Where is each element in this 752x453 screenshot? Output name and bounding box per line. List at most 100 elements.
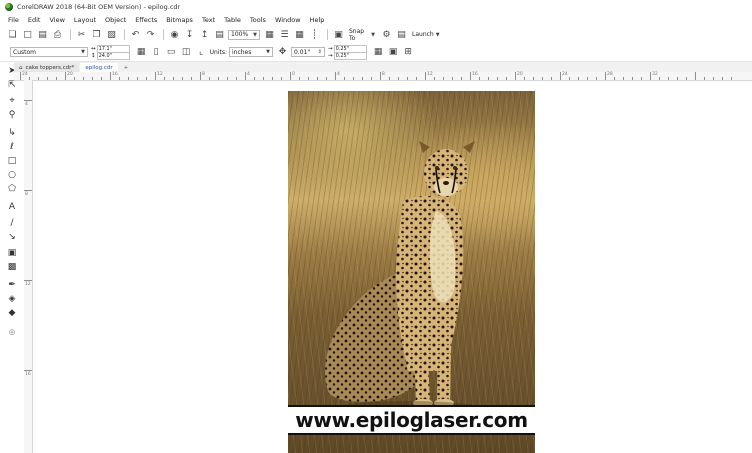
open-document-icon[interactable]: □ (21, 28, 34, 41)
add-tool-icon[interactable]: ⊕ (6, 328, 18, 338)
tab-cake-toppers[interactable]: ⌂ cake toppers.cdr* (14, 63, 80, 72)
polygon-tool-icon[interactable]: ⬠ (6, 184, 18, 194)
zoom-level-select[interactable]: 100% ▼ (228, 29, 260, 40)
menu-object[interactable]: Object (105, 16, 126, 24)
show-guidelines-icon[interactable]: ┊ (308, 28, 321, 41)
menu-help[interactable]: Help (310, 16, 325, 24)
stepper-icon: ⇕ (317, 49, 322, 55)
ruler-tick (20, 72, 21, 80)
parallel-dimension-tool-icon[interactable]: ∕ (6, 218, 18, 228)
nudge-distance-field[interactable]: 0.01" ⇕ (290, 47, 325, 57)
ruler-minor-tick (398, 77, 399, 80)
print-icon[interactable]: ⎙ (51, 28, 64, 41)
ruler-tick (695, 72, 696, 80)
tab-epilog[interactable]: epilog.cdr (80, 63, 118, 72)
menu-view[interactable]: View (49, 16, 64, 24)
save-icon[interactable]: ▤ (36, 28, 49, 41)
show-grid-icon[interactable]: ▦ (293, 28, 306, 41)
ruler-tick (515, 72, 516, 80)
menu-edit[interactable]: Edit (28, 16, 41, 24)
ruler-tick (65, 72, 66, 80)
ruler-label: 24 (562, 72, 568, 77)
ruler-tick (155, 72, 156, 80)
launch-dropdown[interactable]: Launch ▼ (410, 29, 440, 40)
page-size-select[interactable]: Custom ▼ (10, 47, 88, 57)
show-rulers-icon[interactable]: ☰ (278, 28, 291, 41)
search-content-icon[interactable]: ◉ (168, 28, 181, 41)
ruler-tick (24, 370, 32, 371)
current-page-icon[interactable]: ◫ (180, 46, 193, 59)
new-document-icon[interactable]: ❏ (6, 28, 19, 41)
menu-effects[interactable]: Effects (135, 16, 157, 24)
all-pages-icon[interactable]: ▦ (135, 46, 148, 59)
freehand-tool-icon[interactable]: ↳ (6, 128, 18, 138)
export-icon[interactable]: ↥ (198, 28, 211, 41)
units-select[interactable]: inches ▼ (228, 47, 273, 57)
copy-icon[interactable]: ❐ (90, 28, 103, 41)
duplicate-y-field[interactable]: 0.25" (333, 51, 367, 60)
add-page-icon[interactable]: ⊞ (402, 46, 415, 59)
paste-icon[interactable]: ▧ (105, 28, 118, 41)
chevron-down-icon: ▼ (253, 31, 257, 38)
ruler-tick (470, 72, 471, 80)
drop-shadow-tool-icon[interactable]: ▣ (6, 248, 18, 258)
width-icon: ↔ (91, 45, 96, 52)
ruler-minor-tick (632, 77, 633, 80)
vertical-ruler[interactable]: 4 8 12 16 (24, 80, 33, 453)
rectangle-tool-icon[interactable]: □ (6, 156, 18, 166)
landscape-icon[interactable]: ▭ (165, 46, 178, 59)
chevron-down-icon: ▼ (371, 31, 375, 38)
crop-tool-icon[interactable]: ⌖ (6, 96, 18, 106)
transparency-tool-icon[interactable]: ▩ (6, 262, 18, 272)
import-icon[interactable]: ↧ (183, 28, 196, 41)
ruler-tick (605, 72, 606, 80)
snap-to-dropdown[interactable]: Snap To ▼ (347, 27, 377, 42)
application-launcher-icon[interactable]: ▤ (395, 28, 408, 41)
new-tab-button[interactable]: + (119, 63, 134, 72)
portrait-icon[interactable]: ▯ (150, 46, 163, 59)
page-height-field[interactable]: 24.0" (96, 51, 130, 60)
smart-fill-tool-icon[interactable]: ◆ (6, 308, 18, 318)
ruler-minor-tick (83, 77, 84, 80)
ruler-tick (24, 190, 32, 191)
ellipse-tool-icon[interactable]: ○ (6, 170, 18, 180)
ruler-minor-tick (497, 77, 498, 80)
ruler-origin-icon[interactable]: ⌞ (195, 46, 208, 59)
ruler-minor-tick (722, 77, 723, 80)
ruler-minor-tick (326, 77, 327, 80)
interactive-fill-tool-icon[interactable]: ◈ (6, 294, 18, 304)
ruler-minor-tick (38, 77, 39, 80)
ruler-minor-tick (569, 77, 570, 80)
menu-bitmaps[interactable]: Bitmaps (166, 16, 193, 24)
text-tool-icon[interactable]: A (6, 202, 18, 212)
ruler-minor-tick (623, 77, 624, 80)
snap-to-label: Snap To (349, 27, 365, 42)
connector-tool-icon[interactable]: ↘ (6, 232, 18, 242)
height-icon: ↕ (91, 52, 96, 59)
menu-layout[interactable]: Layout (74, 16, 96, 24)
artistic-media-tool-icon[interactable]: ℓ (6, 142, 18, 152)
menu-file[interactable]: File (8, 16, 19, 24)
menu-table[interactable]: Table (224, 16, 241, 24)
menu-window[interactable]: Window (275, 16, 301, 24)
ruler-minor-tick (668, 77, 669, 80)
ruler-tick (425, 72, 426, 80)
ruler-minor-tick (56, 77, 57, 80)
stepper-icon[interactable]: ▦ (372, 46, 385, 59)
undo-icon[interactable]: ↶ (129, 28, 142, 41)
redo-icon[interactable]: ↷ (144, 28, 157, 41)
ruler-label: 4 (247, 72, 250, 77)
menu-text[interactable]: Text (202, 16, 215, 24)
horizontal-ruler[interactable]: 24 20 16 12 8 4 0 4 8 12 16 20 24 28 32 (14, 72, 752, 81)
cheetah-photo-bitmap[interactable] (288, 91, 535, 453)
options-gear-icon[interactable]: ⚙ (380, 28, 393, 41)
eyedropper-tool-icon[interactable]: ✒ (6, 280, 18, 290)
publish-pdf-icon[interactable]: ▤ (213, 28, 226, 41)
shape-tool-icon[interactable]: ⇱ (6, 80, 18, 90)
zoom-tool-icon[interactable]: ⚲ (6, 110, 18, 120)
full-screen-preview-icon[interactable]: ▦ (263, 28, 276, 41)
snap-to-icon[interactable]: ▣ (332, 28, 345, 41)
menu-tools[interactable]: Tools (250, 16, 266, 24)
treat-as-filled-icon[interactable]: ▣ (387, 46, 400, 59)
cut-icon[interactable]: ✂ (75, 28, 88, 41)
